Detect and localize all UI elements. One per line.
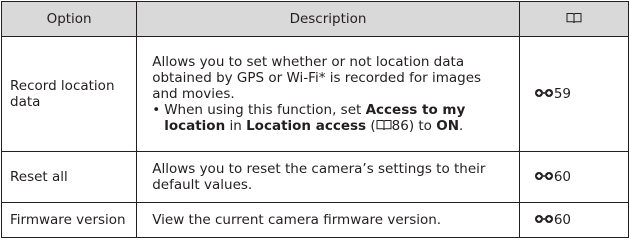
reference-section-icon: [534, 89, 553, 97]
option-cell: Firmware version: [0, 202, 138, 238]
table-row: Record location data Allows you to set w…: [0, 36, 630, 152]
book-reference-icon: [566, 13, 582, 24]
bullet-note: • When using this function, set Access t…: [152, 102, 509, 134]
table-row: Firmware version View the current camera…: [0, 202, 630, 238]
reference-cell: 60: [518, 151, 630, 203]
reference-cell: 59: [518, 36, 630, 152]
reference-cell: 60: [518, 202, 630, 238]
bullet: •: [152, 102, 161, 118]
option-cell: Reset all: [0, 151, 138, 203]
description-cell: Allows you to reset the camera’s setting…: [136, 151, 520, 203]
reference-page: 60: [553, 212, 571, 228]
settings-table: Option Description Record location data …: [0, 1, 630, 238]
description-text: Allows you to set whether or not locatio…: [152, 54, 482, 102]
table-row: Reset all Allows you to reset the camera…: [0, 151, 630, 203]
reference-section-icon: [534, 172, 553, 180]
reference-page: 60: [553, 169, 571, 185]
header-reference: [518, 1, 630, 37]
table-header-row: Option Description: [0, 1, 630, 37]
description-cell: View the current camera firmware version…: [136, 202, 520, 238]
description-cell: Allows you to set whether or not locatio…: [136, 36, 520, 152]
page-ref: 86: [391, 118, 409, 134]
book-reference-icon: [376, 120, 392, 131]
option-cell: Record location data: [0, 36, 138, 152]
header-option: Option: [0, 1, 138, 37]
header-description: Description: [136, 1, 520, 37]
reference-page: 59: [553, 86, 571, 102]
note-text: When using this function, set Access to …: [164, 102, 466, 134]
reference-section-icon: [534, 215, 553, 223]
